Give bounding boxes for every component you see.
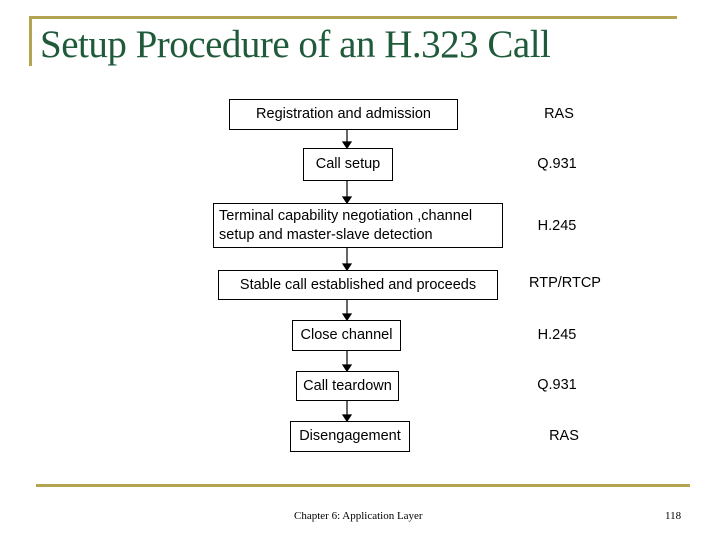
step-disengagement: Disengagement <box>290 421 410 452</box>
protocol-label: RAS <box>549 428 579 444</box>
step-label: Terminal capability negotiation ,channel… <box>219 207 473 243</box>
step-stable-call: Stable call established and proceeds <box>218 270 498 300</box>
slide-title: Setup Procedure of an H.323 Call <box>40 23 551 66</box>
step-label: Disengagement <box>299 428 401 444</box>
protocol-label: H.245 <box>537 327 577 343</box>
step-registration: Registration and admission <box>229 99 458 130</box>
protocol-label: RAS <box>544 106 574 122</box>
footer-page-number: 118 <box>665 510 682 522</box>
footer-chapter: Chapter 6: Application Layer <box>294 510 423 522</box>
step-label: Registration and admission <box>256 106 431 122</box>
protocol-label: Q.931 <box>537 156 577 172</box>
protocol-label: H.245 <box>537 218 577 234</box>
step-label: Call setup <box>315 156 381 172</box>
step-capability-negotiation: Terminal capability negotiation ,channel… <box>213 203 503 248</box>
left-rule <box>29 16 32 66</box>
step-label: Call teardown <box>303 377 392 394</box>
step-label: Close channel <box>300 327 393 343</box>
bottom-rule <box>36 484 690 487</box>
protocol-label: Q.931 <box>537 377 577 393</box>
top-rule <box>30 16 677 19</box>
step-call-teardown: Call teardown <box>296 371 399 401</box>
step-close-channel: Close channel <box>292 320 401 351</box>
protocol-label: RTP/RTCP <box>529 275 601 291</box>
step-label: Stable call established and proceeds <box>239 276 477 293</box>
step-call-setup: Call setup <box>303 148 393 181</box>
